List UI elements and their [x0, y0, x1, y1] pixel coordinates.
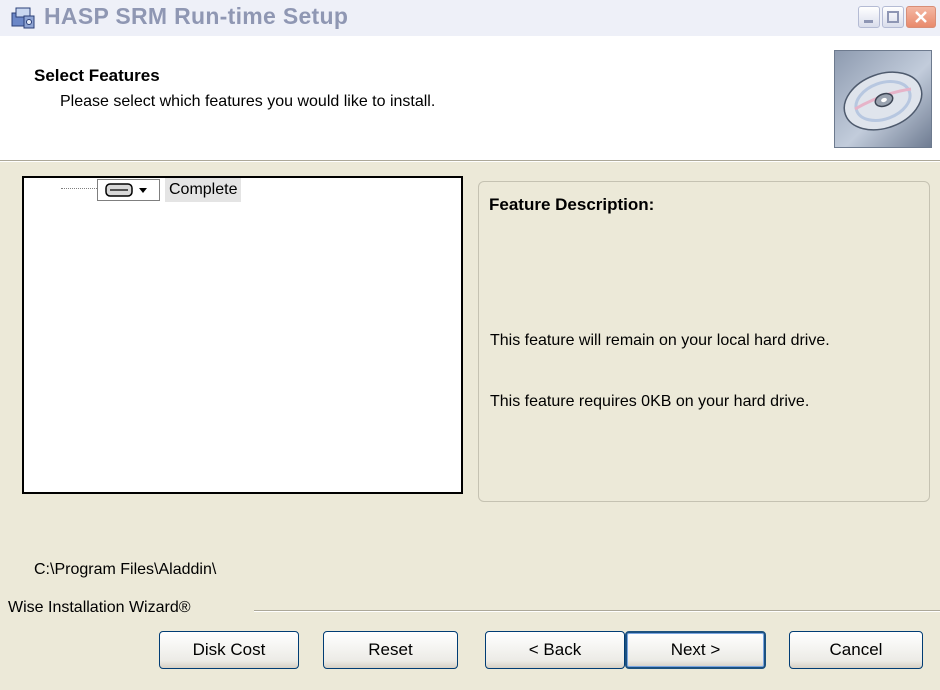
chevron-down-icon: [139, 188, 147, 193]
setup-icon: [11, 7, 35, 29]
install-path: C:\Program Files\Aladdin\: [34, 561, 217, 578]
brand-label: Wise Installation Wizard®: [8, 599, 195, 617]
next-button[interactable]: Next >: [625, 631, 766, 669]
tree-item-complete[interactable]: Complete: [165, 178, 242, 202]
cancel-button[interactable]: Cancel: [789, 631, 923, 669]
title-bar[interactable]: HASP SRM Run-time Setup: [0, 0, 940, 36]
close-button[interactable]: [906, 6, 936, 28]
wizard-header: Select Features Please select which feat…: [0, 36, 940, 161]
feature-description-panel: Feature Description: This feature will r…: [478, 181, 930, 502]
feature-description-title: Feature Description:: [489, 195, 655, 214]
feature-description-line2: This feature requires 0KB on your hard d…: [490, 393, 810, 410]
feature-tree[interactable]: Complete: [22, 176, 463, 494]
cd-icon: [834, 50, 932, 148]
back-button[interactable]: < Back: [485, 631, 625, 669]
maximize-icon: [887, 11, 899, 23]
minimize-icon: [864, 20, 873, 23]
feature-state-dropdown[interactable]: [97, 179, 160, 201]
disk-cost-button[interactable]: Disk Cost: [159, 631, 299, 669]
minimize-button[interactable]: [858, 6, 880, 28]
reset-button[interactable]: Reset: [323, 631, 458, 669]
feature-description-line1: This feature will remain on your local h…: [490, 332, 830, 349]
hard-drive-icon: [105, 183, 147, 197]
page-title: Select Features: [34, 66, 160, 85]
brand-divider: [254, 610, 940, 612]
cd-disc-graphic: [843, 71, 923, 131]
maximize-button[interactable]: [882, 6, 904, 28]
page-subtitle: Please select which features you would l…: [60, 93, 436, 110]
window-title: HASP SRM Run-time Setup: [44, 3, 349, 29]
header-divider: [0, 161, 940, 162]
close-icon: [915, 11, 927, 23]
